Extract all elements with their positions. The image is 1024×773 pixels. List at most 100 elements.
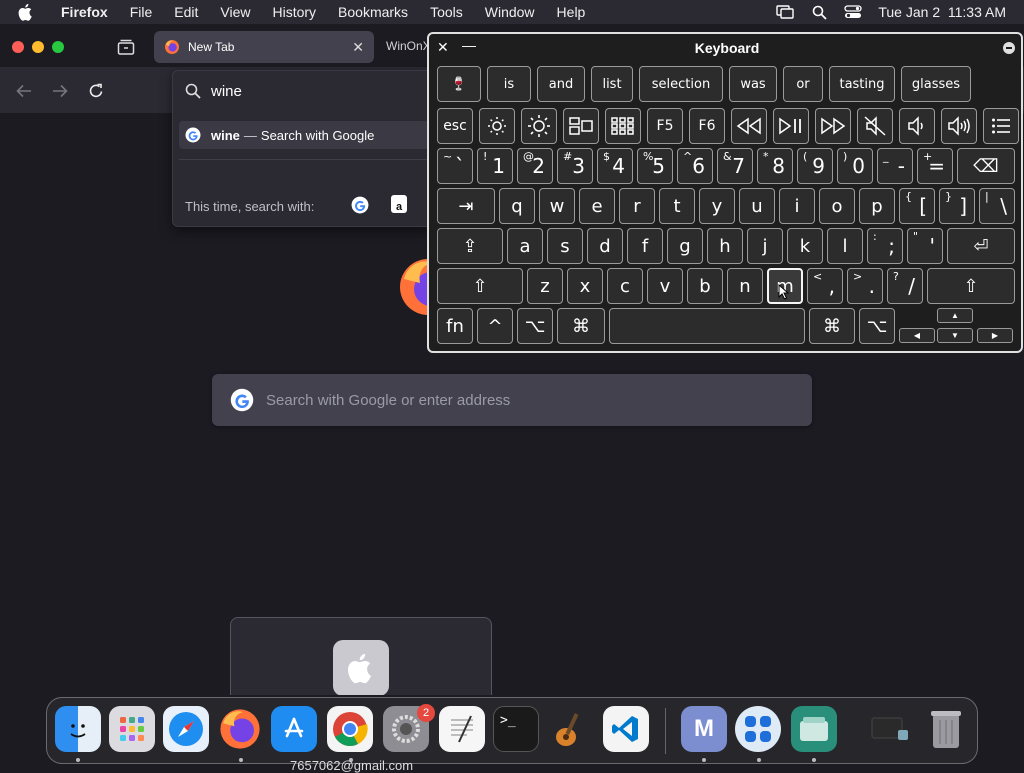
tab-key[interactable]: ⇥: [437, 188, 495, 224]
key-k[interactable]: k: [787, 228, 823, 264]
firefox-view-button[interactable]: [114, 37, 138, 57]
delete-key[interactable]: ⌫: [957, 148, 1015, 184]
downloads-stack-icon[interactable]: [867, 706, 913, 752]
brightness-up-key[interactable]: [521, 108, 557, 144]
key-2[interactable]: @2: [517, 148, 553, 184]
menu-help[interactable]: Help: [546, 4, 597, 20]
key-5[interactable]: % 5: [637, 148, 673, 184]
right-option-key[interactable]: ⌥: [859, 308, 895, 344]
menu-clock[interactable]: Tue Jan 2 11:33 AM: [878, 4, 1006, 20]
chrome-icon[interactable]: [327, 706, 373, 752]
control-center-icon[interactable]: [844, 4, 863, 20]
key-e[interactable]: e: [579, 188, 615, 224]
suggestion-key[interactable]: was: [729, 66, 777, 102]
firefox-icon[interactable]: [217, 706, 263, 752]
key-n[interactable]: n: [727, 268, 763, 304]
volume-up-key[interactable]: [941, 108, 977, 144]
key-q[interactable]: q: [499, 188, 535, 224]
amazon-engine-button[interactable]: a: [391, 195, 407, 213]
key-semicolon[interactable]: :;: [867, 228, 903, 264]
menu-file[interactable]: File: [119, 4, 164, 20]
app-store-icon[interactable]: [271, 706, 317, 752]
key-0[interactable]: ) 0: [837, 148, 873, 184]
reload-button[interactable]: [86, 81, 106, 101]
close-window-button[interactable]: [12, 41, 24, 53]
key-8[interactable]: * 8: [757, 148, 793, 184]
key-u[interactable]: u: [739, 188, 775, 224]
key-6[interactable]: ^ 6: [677, 148, 713, 184]
key-i[interactable]: i: [779, 188, 815, 224]
suggestion-key[interactable]: tasting: [829, 66, 895, 102]
garageband-icon[interactable]: [547, 706, 593, 752]
key-period[interactable]: >.: [847, 268, 883, 304]
key-m[interactable]: m: [767, 268, 803, 304]
zoom-window-button[interactable]: [52, 41, 64, 53]
close-tab-icon[interactable]: ✕: [352, 39, 364, 56]
key-comma[interactable]: <,: [807, 268, 843, 304]
key-f6[interactable]: F6: [689, 108, 725, 144]
key-z[interactable]: z: [527, 268, 563, 304]
key-right-bracket[interactable]: }]: [939, 188, 975, 224]
volume-down-key[interactable]: [899, 108, 935, 144]
safari-icon[interactable]: [163, 706, 209, 752]
right-arrow-key[interactable]: ▶: [977, 328, 1013, 343]
left-arrow-key[interactable]: ◀: [899, 328, 935, 343]
files-app-icon[interactable]: [791, 706, 837, 752]
menu-edit[interactable]: Edit: [163, 4, 209, 20]
textedit-icon[interactable]: [439, 706, 485, 752]
key-d[interactable]: d: [587, 228, 623, 264]
forward-button[interactable]: [50, 81, 70, 101]
key-v[interactable]: v: [647, 268, 683, 304]
suggestion-key[interactable]: glasses: [901, 66, 971, 102]
key-j[interactable]: j: [747, 228, 783, 264]
suggestion-key[interactable]: selection: [639, 66, 723, 102]
fast-forward-key[interactable]: [815, 108, 851, 144]
newtab-search-box[interactable]: Search with Google or enter address: [212, 374, 812, 426]
play-pause-key[interactable]: [773, 108, 809, 144]
left-shift-key[interactable]: ⇧: [437, 268, 523, 304]
key-esc[interactable]: esc: [437, 108, 473, 144]
launchpad-key[interactable]: [605, 108, 641, 144]
key-3[interactable]: #3: [557, 148, 593, 184]
key-x[interactable]: x: [567, 268, 603, 304]
key-a[interactable]: a: [507, 228, 543, 264]
key-h[interactable]: h: [707, 228, 743, 264]
apple-menu-icon[interactable]: [18, 3, 36, 21]
key-4[interactable]: $4: [597, 148, 633, 184]
right-shift-key[interactable]: ⇧: [927, 268, 1015, 304]
url-input[interactable]: wine: [173, 71, 433, 111]
suggestion-key[interactable]: or: [783, 66, 823, 102]
key-7[interactable]: & 7: [717, 148, 753, 184]
tab-winonx[interactable]: WinOnX: [386, 39, 431, 53]
key-p[interactable]: p: [859, 188, 895, 224]
key-t[interactable]: t: [659, 188, 695, 224]
key-9[interactable]: (9: [797, 148, 833, 184]
return-key[interactable]: ⏎: [947, 228, 1015, 264]
back-button[interactable]: [14, 81, 34, 101]
up-arrow-key[interactable]: ▲: [937, 308, 973, 323]
left-command-key[interactable]: ⌘: [557, 308, 605, 344]
menu-tools[interactable]: Tools: [419, 4, 474, 20]
trash-icon[interactable]: [923, 706, 969, 752]
down-arrow-key[interactable]: ▼: [937, 328, 973, 343]
search-suggestion[interactable]: wine — Search with Google: [179, 121, 429, 149]
mute-key[interactable]: [857, 108, 893, 144]
key-c[interactable]: c: [607, 268, 643, 304]
key-f5[interactable]: F5: [647, 108, 683, 144]
key-b[interactable]: b: [687, 268, 723, 304]
menu-bookmarks[interactable]: Bookmarks: [327, 4, 419, 20]
rewind-key[interactable]: [731, 108, 767, 144]
m-app-icon[interactable]: M: [681, 706, 727, 752]
key-f[interactable]: f: [627, 228, 663, 264]
key-1[interactable]: ! 1: [477, 148, 513, 184]
key-o[interactable]: o: [819, 188, 855, 224]
control-key[interactable]: ^: [477, 308, 513, 344]
key-left-bracket[interactable]: {[: [899, 188, 935, 224]
suggestion-key[interactable]: 🍷: [437, 66, 481, 102]
menu-app-name[interactable]: Firefox: [50, 4, 119, 20]
key-backtick[interactable]: ~ `: [437, 148, 473, 184]
key-y[interactable]: y: [699, 188, 735, 224]
google-engine-button[interactable]: [351, 196, 369, 219]
left-option-key[interactable]: ⌥: [517, 308, 553, 344]
key-backslash[interactable]: | \: [979, 188, 1015, 224]
